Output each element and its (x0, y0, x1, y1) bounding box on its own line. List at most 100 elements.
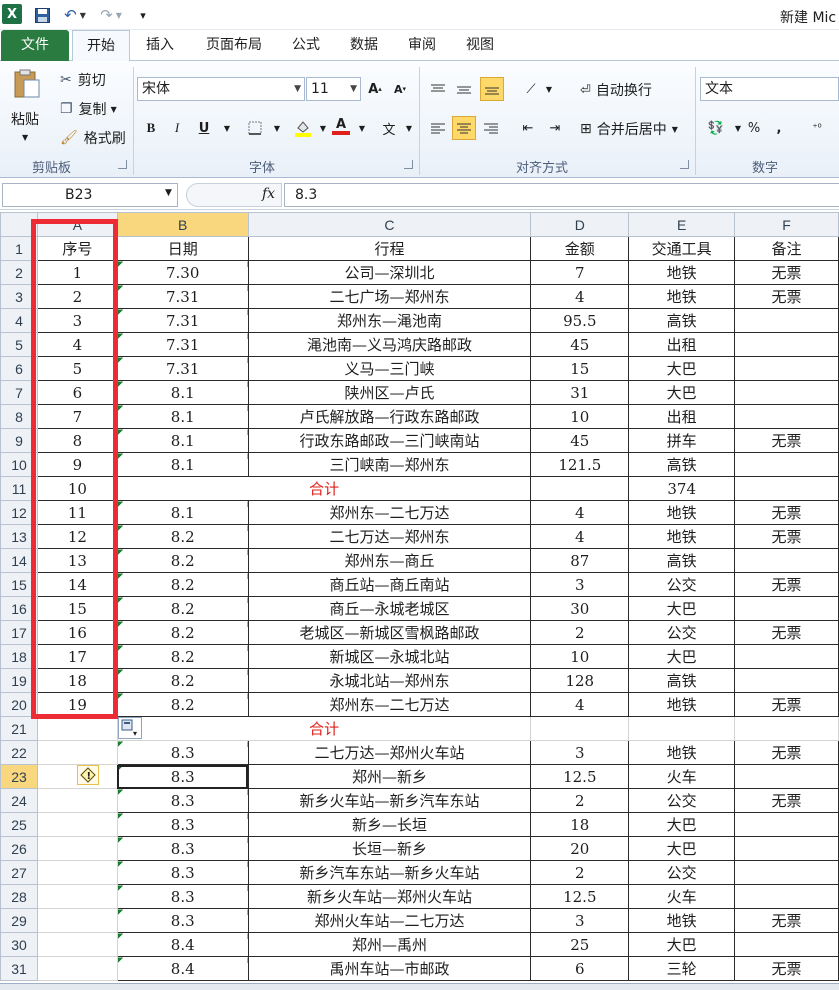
row-header[interactable]: 7 (0, 380, 38, 405)
row-header[interactable]: 1 (0, 236, 38, 261)
cell-a10[interactable]: 9 (36, 452, 118, 477)
alignment-launcher-icon[interactable] (680, 160, 689, 169)
tab-home[interactable]: 开始 (72, 30, 130, 62)
cell-f29[interactable]: 无票 (734, 908, 839, 933)
cell-b28[interactable]: 8.3 (116, 884, 249, 909)
cell-d20[interactable]: 4 (530, 692, 630, 717)
fill-color-icon[interactable] (292, 117, 314, 139)
align-center-icon[interactable] (452, 116, 476, 140)
cell-c31[interactable]: 禹州车站—市邮政 (247, 956, 532, 981)
row-header[interactable]: 5 (0, 332, 38, 357)
row-header[interactable]: 19 (0, 668, 38, 693)
row-header[interactable]: 31 (0, 956, 38, 981)
cell-a19[interactable]: 18 (36, 668, 118, 693)
cell-a22[interactable] (36, 740, 118, 765)
cell-c23[interactable]: 郑州—新乡 (247, 764, 532, 789)
align-left-icon[interactable] (427, 117, 449, 139)
row-header[interactable]: 30 (0, 932, 38, 957)
cell-b25[interactable]: 8.3 (116, 812, 249, 837)
cell-d13[interactable]: 4 (530, 524, 630, 549)
paste-icon[interactable] (12, 69, 48, 99)
merge-center-button[interactable]: ⊞ 合并后居中 ▼ (580, 119, 678, 139)
cell-a20[interactable]: 19 (36, 692, 118, 717)
cell-f28[interactable] (734, 884, 839, 909)
cell-d25[interactable]: 18 (530, 812, 630, 837)
cell-e3[interactable]: 地铁 (628, 284, 736, 309)
cell-b20[interactable]: 8.2 (116, 692, 249, 717)
cell-d28[interactable]: 12.5 (530, 884, 630, 909)
tab-insert[interactable]: 插入 (136, 30, 184, 61)
cell-c4[interactable]: 郑州东—渑池南 (247, 308, 532, 333)
border-dropdown-icon[interactable]: ▼ (266, 117, 288, 139)
cell-f22[interactable]: 无票 (734, 740, 839, 765)
cell-e29[interactable]: 地铁 (628, 908, 736, 933)
align-right-icon[interactable] (480, 117, 502, 139)
row-header[interactable]: 4 (0, 308, 38, 333)
cell-f20[interactable]: 无票 (734, 692, 839, 717)
cell-f16[interactable] (734, 596, 839, 621)
select-all-corner[interactable] (0, 212, 38, 237)
row-header[interactable]: 20 (0, 692, 38, 717)
cell-c12[interactable]: 郑州东—二七万达 (247, 500, 532, 525)
cell-a15[interactable]: 14 (36, 572, 118, 597)
cell-d30[interactable]: 25 (530, 932, 630, 957)
cell-c25[interactable]: 新乡—长垣 (247, 812, 532, 837)
cell-d2[interactable]: 7 (530, 260, 630, 285)
cut-button[interactable]: ✂ 剪切 (60, 70, 106, 90)
cell-c20[interactable]: 郑州东—二七万达 (247, 692, 532, 717)
cell-c10[interactable]: 三门峡南—郑州东 (247, 452, 532, 477)
cell-f23[interactable] (734, 764, 839, 789)
cell-c28[interactable]: 新乡火车站—郑州火车站 (247, 884, 532, 909)
cell-c17[interactable]: 老城区—新城区雪枫路邮政 (247, 620, 532, 645)
cell-f24[interactable]: 无票 (734, 788, 839, 813)
underline-button[interactable]: U (193, 117, 215, 139)
cell-d5[interactable]: 45 (530, 332, 630, 357)
paste-button[interactable]: 粘贴 (11, 109, 39, 129)
row-header[interactable]: 6 (0, 356, 38, 381)
border-icon[interactable] (244, 117, 266, 139)
cell-c2[interactable]: 公司—深圳北 (247, 260, 532, 285)
cell-a17[interactable]: 16 (36, 620, 118, 645)
cell-b4[interactable]: 7.31 (116, 308, 249, 333)
chevron-down-icon[interactable]: ▼ (165, 188, 172, 198)
comma-style-button[interactable]: , (768, 117, 790, 139)
phonetic-dropdown-icon[interactable]: ▼ (398, 117, 420, 139)
cell-a21[interactable] (36, 716, 118, 741)
font-size-select[interactable]: 11 ▼ (306, 77, 361, 101)
cell-b15[interactable]: 8.2 (116, 572, 249, 597)
cell-c30[interactable]: 郑州—禹州 (247, 932, 532, 957)
row-header[interactable]: 24 (0, 788, 38, 813)
cell-b18[interactable]: 8.2 (116, 644, 249, 669)
cell-b1[interactable]: 日期 (116, 236, 249, 261)
cell-e2[interactable]: 地铁 (628, 260, 736, 285)
cell-e19[interactable]: 高铁 (628, 668, 736, 693)
undo-icon[interactable]: ↶ ▼ (60, 5, 90, 25)
shrink-font-icon[interactable]: A ▾ (389, 78, 411, 100)
cell-b30[interactable]: 8.4 (116, 932, 249, 957)
cell-c29[interactable]: 郑州火车站—二七万达 (247, 908, 532, 933)
row-header[interactable]: 16 (0, 596, 38, 621)
cell-f2[interactable]: 无票 (734, 260, 839, 285)
name-box[interactable]: B23 (2, 183, 178, 207)
tab-page-layout[interactable]: 页面布局 (196, 30, 272, 61)
row-header[interactable]: 23 (0, 764, 38, 789)
underline-dropdown-icon[interactable]: ▼ (216, 117, 238, 139)
row-header[interactable]: 15 (0, 572, 38, 597)
cell-d23[interactable]: 12.5 (530, 764, 630, 789)
cell-a5[interactable]: 4 (36, 332, 118, 357)
cell-d1[interactable]: 金额 (530, 236, 630, 261)
font-color-dropdown-icon[interactable]: ▼ (351, 117, 373, 139)
cell-e17[interactable]: 公交 (628, 620, 736, 645)
row-header[interactable]: 3 (0, 284, 38, 309)
cell-c8[interactable]: 卢氏解放路—行政东路邮政 (247, 404, 532, 429)
row-header[interactable]: 13 (0, 524, 38, 549)
cell-d27[interactable]: 2 (530, 860, 630, 885)
cell-e5[interactable]: 出租 (628, 332, 736, 357)
cell-b27[interactable]: 8.3 (116, 860, 249, 885)
cell-b23[interactable]: 8.3 (116, 764, 249, 789)
cell-a29[interactable] (36, 908, 118, 933)
cell-c14[interactable]: 郑州东—商丘 (247, 548, 532, 573)
row-header[interactable]: 25 (0, 812, 38, 837)
cell-f11[interactable] (734, 476, 839, 501)
cell-a30[interactable] (36, 932, 118, 957)
